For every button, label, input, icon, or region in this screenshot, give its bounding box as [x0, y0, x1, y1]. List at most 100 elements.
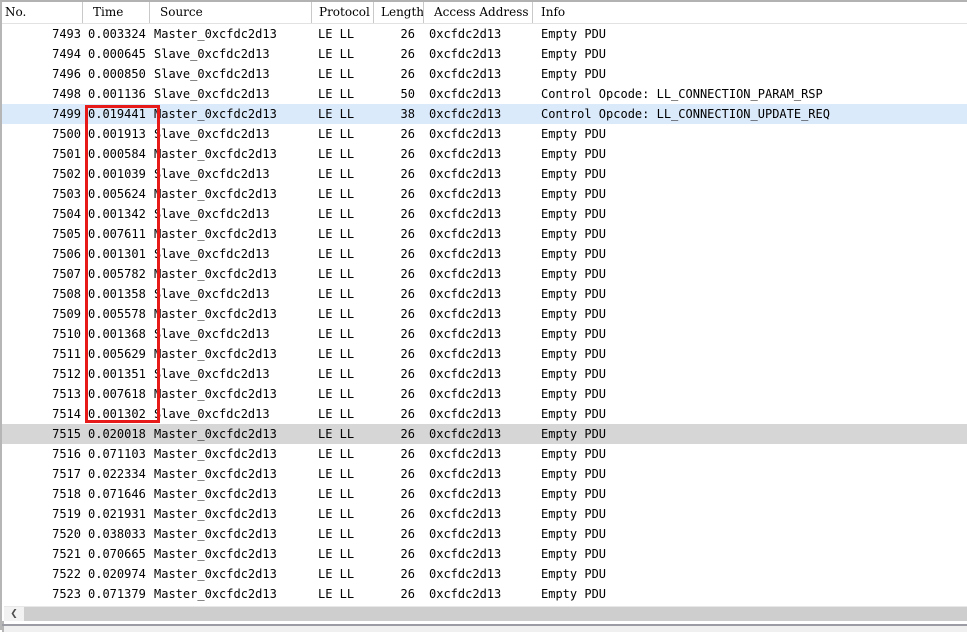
cell-length: 26: [400, 567, 415, 581]
column-header-source[interactable]: Source: [150, 2, 312, 23]
cell-protocol: LE LL: [318, 447, 355, 461]
table-row[interactable]: 7499 0.019441 Master_0xcfdc2d13 LE LL 38 0xcf…: [2, 104, 967, 124]
table-row[interactable]: 7502 0.001039 Slave_0xcfdc2d13 LE LL 26 0xcfd…: [2, 164, 967, 184]
cell-info: Empty PDU: [541, 207, 607, 221]
table-row[interactable]: 7494 0.000645 Slave_0xcfdc2d13 LE LL 26 0xcfd…: [2, 44, 967, 64]
scroll-left-button[interactable]: ❮: [4, 607, 24, 621]
cell-protocol: LE LL: [318, 27, 355, 41]
table-row[interactable]: 7505 0.007611 Master_0xcfdc2d13 LE LL 26 0xcf…: [2, 224, 967, 244]
cell-source: Master_0xcfdc2d13: [154, 107, 277, 121]
column-header-protocol[interactable]: Protocol: [312, 2, 374, 23]
cell-info: Empty PDU: [541, 47, 607, 61]
cell-no: 7512: [52, 367, 81, 381]
table-row[interactable]: 7493 0.003324 Master_0xcfdc2d13 LE LL 26 0xcf…: [2, 24, 967, 44]
cell-access: 0xcfdc2d13: [429, 467, 502, 481]
table-row[interactable]: 7498 0.001136 Slave_0xcfdc2d13 LE LL 50 0xcfd…: [2, 84, 967, 104]
cell-source: Slave_0xcfdc2d13: [154, 287, 270, 301]
cell-access: 0xcfdc2d13: [429, 327, 502, 341]
cell-length: 26: [400, 267, 415, 281]
cell-info: Empty PDU: [541, 487, 607, 501]
table-row[interactable]: 7496 0.000850 Slave_0xcfdc2d13 LE LL 26 0xcfd…: [2, 64, 967, 84]
cell-info: Empty PDU: [541, 307, 607, 321]
cell-info: Empty PDU: [541, 187, 607, 201]
cell-length: 26: [400, 47, 415, 61]
cell-no: 7503: [52, 187, 81, 201]
table-row[interactable]: 7508 0.001358 Slave_0xcfdc2d13 LE LL 26 0xcfd…: [2, 284, 967, 304]
table-row[interactable]: 7514 0.001302 Slave_0xcfdc2d13 LE LL 26 0xcfd…: [2, 404, 967, 424]
cell-info: Empty PDU: [541, 167, 607, 181]
cell-no: 7505: [52, 227, 81, 241]
cell-access: 0xcfdc2d13: [429, 347, 502, 361]
cell-access: 0xcfdc2d13: [429, 387, 502, 401]
next-pane-edge: [2, 626, 967, 632]
cell-source: Slave_0xcfdc2d13: [154, 47, 270, 61]
table-row[interactable]: 7518 0.071646 Master_0xcfdc2d13 LE LL 26 0xcf…: [2, 484, 967, 504]
table-row[interactable]: 7511 0.005629 Master_0xcfdc2d13 LE LL 26 0xcf…: [2, 344, 967, 364]
table-row[interactable]: 7509 0.005578 Master_0xcfdc2d13 LE LL 26 0xcf…: [2, 304, 967, 324]
cell-access: 0xcfdc2d13: [429, 267, 502, 281]
cell-access: 0xcfdc2d13: [429, 207, 502, 221]
cell-no: 7522: [52, 567, 81, 581]
cell-length: 50: [400, 87, 415, 101]
horizontal-scrollbar[interactable]: ❮: [4, 606, 967, 621]
cell-no: 7494: [52, 47, 81, 61]
table-row[interactable]: 7523 0.071379 Master_0xcfdc2d13 LE LL 26 0xcf…: [2, 584, 967, 604]
table-row[interactable]: 7522 0.020974 Master_0xcfdc2d13 LE LL 26 0xcf…: [2, 564, 967, 584]
cell-no: 7520: [52, 527, 81, 541]
cell-protocol: LE LL: [318, 107, 355, 121]
table-row[interactable]: 7504 0.001342 Slave_0xcfdc2d13 LE LL 26 0xcfd…: [2, 204, 967, 224]
cell-length: 26: [400, 507, 415, 521]
cell-access: 0xcfdc2d13: [429, 487, 502, 501]
table-row[interactable]: 7515 0.020018 Master_0xcfdc2d13 LE LL 26 0xcf…: [2, 424, 967, 444]
table-row[interactable]: 7521 0.070665 Master_0xcfdc2d13 LE LL 26 0xcf…: [2, 544, 967, 564]
cell-access: 0xcfdc2d13: [429, 187, 502, 201]
packet-table-body: 7493 0.003324 Master_0xcfdc2d13 LE LL 26 0xcf…: [2, 24, 967, 604]
column-header-time[interactable]: Time: [83, 2, 150, 23]
cell-no: 7506: [52, 247, 81, 261]
cell-info: Empty PDU: [541, 567, 607, 581]
column-header-info[interactable]: Info: [533, 2, 967, 23]
cell-time: 0.001301: [88, 247, 146, 261]
table-row[interactable]: 7520 0.038033 Master_0xcfdc2d13 LE LL 26 0xcf…: [2, 524, 967, 544]
cell-time: 0.019441: [88, 107, 146, 121]
cell-no: 7515: [52, 427, 81, 441]
cell-no: 7523: [52, 587, 81, 601]
cell-access: 0xcfdc2d13: [429, 547, 502, 561]
cell-source: Slave_0xcfdc2d13: [154, 367, 270, 381]
cell-access: 0xcfdc2d13: [429, 527, 502, 541]
cell-no: 7510: [52, 327, 81, 341]
table-row[interactable]: 7501 0.000584 Master_0xcfdc2d13 LE LL 26 0xcf…: [2, 144, 967, 164]
cell-time: 0.005629: [88, 347, 146, 361]
table-row[interactable]: 7512 0.001351 Slave_0xcfdc2d13 LE LL 26 0xcfd…: [2, 364, 967, 384]
cell-no: 7508: [52, 287, 81, 301]
table-row[interactable]: 7516 0.071103 Master_0xcfdc2d13 LE LL 26 0xcf…: [2, 444, 967, 464]
cell-no: 7493: [52, 27, 81, 41]
table-row[interactable]: 7506 0.001301 Slave_0xcfdc2d13 LE LL 26 0xcfd…: [2, 244, 967, 264]
cell-length: 26: [400, 27, 415, 41]
cell-source: Slave_0xcfdc2d13: [154, 127, 270, 141]
cell-length: 26: [400, 187, 415, 201]
packet-table-header: No. Time Source Protocol Length Access Addres…: [2, 2, 967, 24]
cell-protocol: LE LL: [318, 587, 355, 601]
packet-list-pane: No. Time Source Protocol Length Access Addres…: [0, 0, 967, 632]
cell-source: Master_0xcfdc2d13: [154, 227, 277, 241]
cell-info: Empty PDU: [541, 127, 607, 141]
cell-time: 0.001302: [88, 407, 146, 421]
cell-info: Empty PDU: [541, 367, 607, 381]
column-header-length[interactable]: Length: [374, 2, 424, 23]
cell-access: 0xcfdc2d13: [429, 407, 502, 421]
cell-time: 0.001368: [88, 327, 146, 341]
cell-access: 0xcfdc2d13: [429, 567, 502, 581]
table-row[interactable]: 7510 0.001368 Slave_0xcfdc2d13 LE LL 26 0xcfd…: [2, 324, 967, 344]
scrollbar-track[interactable]: [24, 607, 967, 621]
table-row[interactable]: 7517 0.022334 Master_0xcfdc2d13 LE LL 26 0xcf…: [2, 464, 967, 484]
column-header-access[interactable]: Access Address: [424, 2, 533, 23]
column-header-no[interactable]: No.: [2, 2, 83, 23]
table-row[interactable]: 7519 0.021931 Master_0xcfdc2d13 LE LL 26 0xcf…: [2, 504, 967, 524]
table-row[interactable]: 7507 0.005782 Master_0xcfdc2d13 LE LL 26 0xcf…: [2, 264, 967, 284]
cell-source: Master_0xcfdc2d13: [154, 147, 277, 161]
table-row[interactable]: 7513 0.007618 Master_0xcfdc2d13 LE LL 26 0xcf…: [2, 384, 967, 404]
table-row[interactable]: 7500 0.001913 Slave_0xcfdc2d13 LE LL 26 0xcfd…: [2, 124, 967, 144]
table-row[interactable]: 7503 0.005624 Master_0xcfdc2d13 LE LL 26 0xcf…: [2, 184, 967, 204]
cell-access: 0xcfdc2d13: [429, 227, 502, 241]
